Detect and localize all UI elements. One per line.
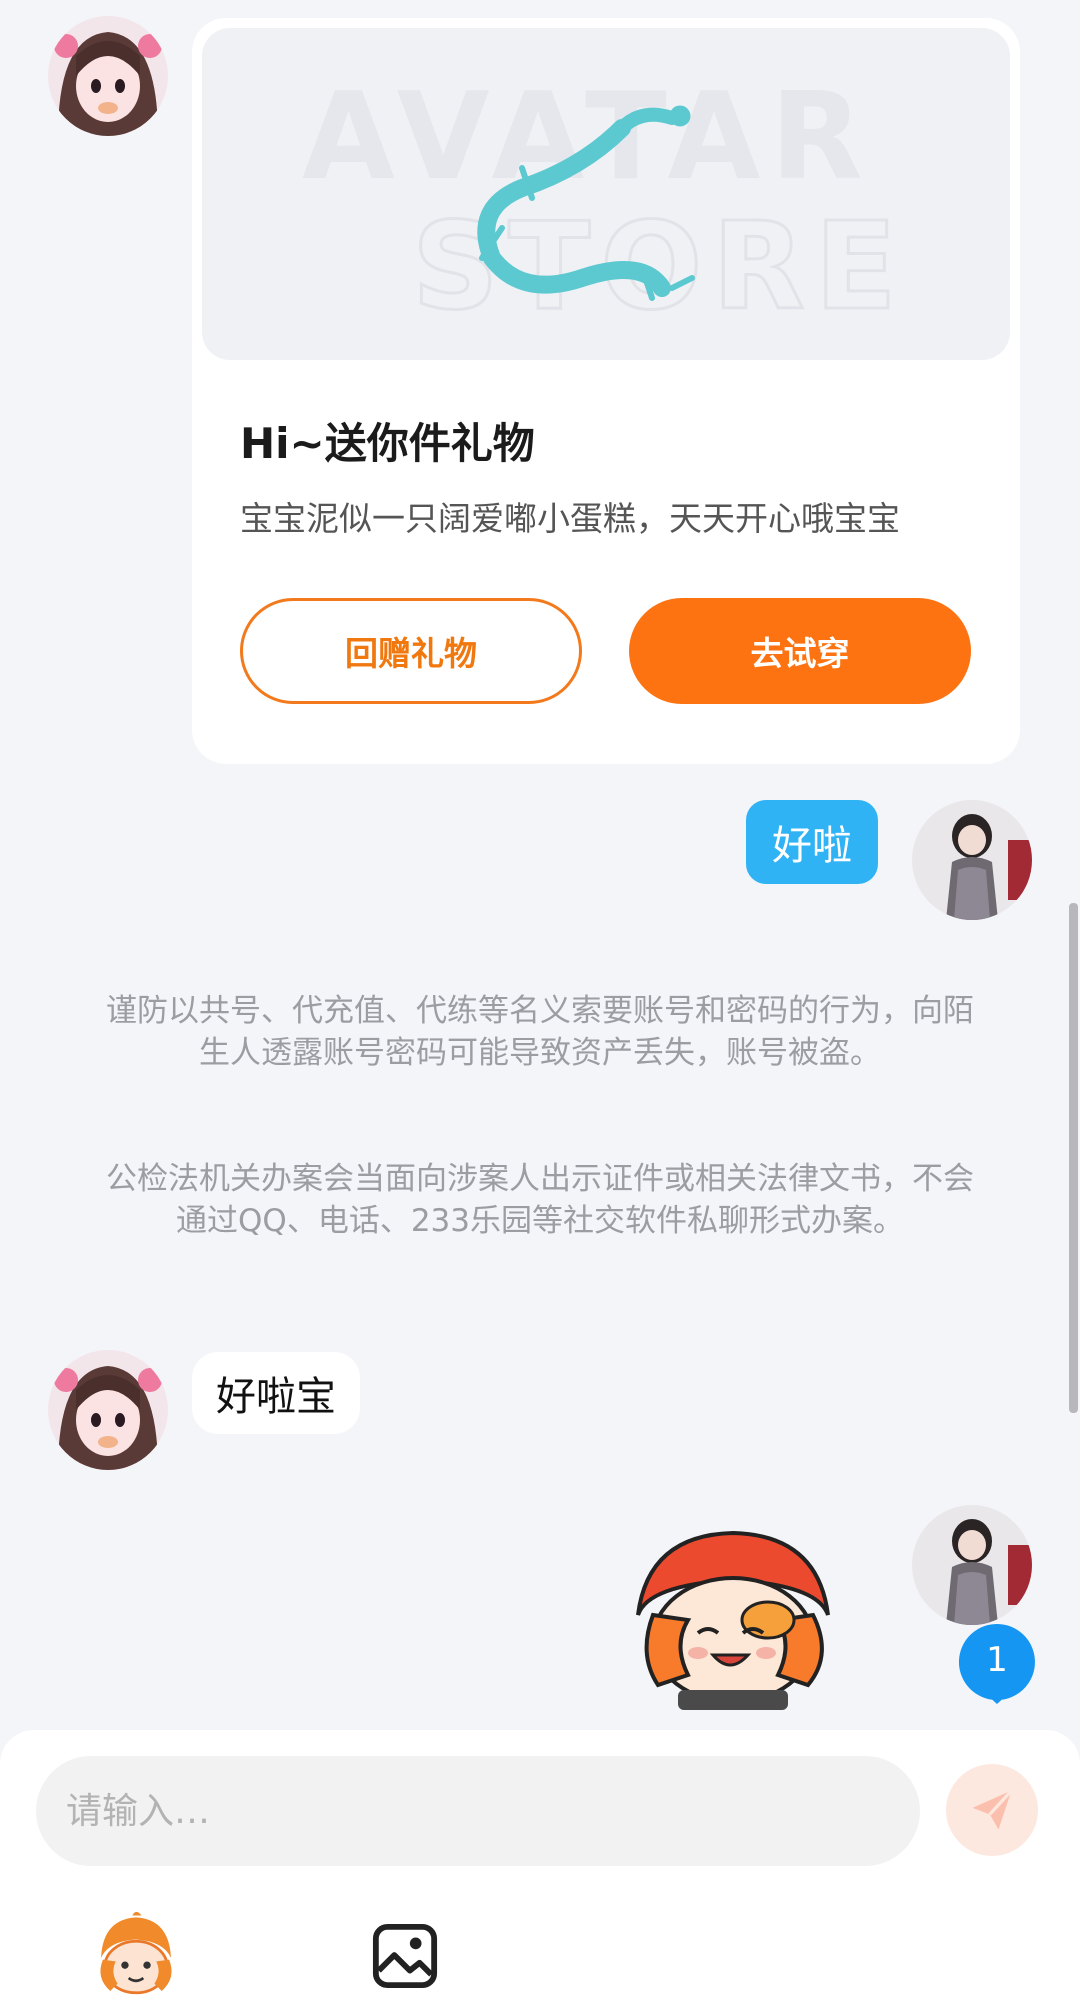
gift-description: 宝宝泥似一只阔爱嘟小蛋糕，天天开心哦宝宝 xyxy=(240,499,900,538)
gift-title: Hi~送你件礼物 xyxy=(240,419,535,468)
message-input[interactable] xyxy=(36,1756,920,1866)
my-message-bubble[interactable]: 好啦 xyxy=(746,800,878,884)
banner-text-avatar: AVATAR xyxy=(302,68,873,207)
unread-count-badge[interactable]: 1 xyxy=(956,1622,1038,1704)
police-notice: 公检法机关办案会当面向涉案人出示证件或相关法律文书，不会通过QQ、电话、233乐… xyxy=(106,1161,974,1239)
emoji-button[interactable] xyxy=(86,1906,186,2006)
send-icon xyxy=(972,1789,1013,1830)
contact-avatar[interactable] xyxy=(48,1350,168,1470)
mascot-sticker-message[interactable] xyxy=(618,1525,848,1715)
my-avatar[interactable] xyxy=(912,1505,1032,1625)
message-composer xyxy=(0,1730,1080,2016)
image-icon xyxy=(372,1923,438,1989)
unread-count-text: 1 xyxy=(986,1640,1008,1680)
image-button[interactable] xyxy=(355,1906,455,2006)
my-avatar[interactable] xyxy=(912,800,1032,920)
try-on-button[interactable]: 去试穿 xyxy=(629,598,971,704)
account-safety-notice: 谨防以共号、代充值、代练等名义索要账号和密码的行为，向陌生人透露账号密码可能导致… xyxy=(106,993,974,1071)
gift-banner-image: AVATAR STORE xyxy=(202,28,1010,360)
contact-message-bubble[interactable]: 好啦宝 xyxy=(192,1352,360,1434)
return-gift-button[interactable]: 回赠礼物 xyxy=(240,598,582,704)
scrollbar[interactable] xyxy=(1069,903,1078,1413)
send-button[interactable] xyxy=(946,1764,1038,1856)
gift-card[interactable]: AVATAR STORE Hi~送你件礼物 宝宝泥似一只阔爱嘟小蛋糕，天天开心哦… xyxy=(192,18,1020,764)
contact-avatar[interactable] xyxy=(48,16,168,136)
mascot-emoji-icon xyxy=(100,1911,172,1995)
